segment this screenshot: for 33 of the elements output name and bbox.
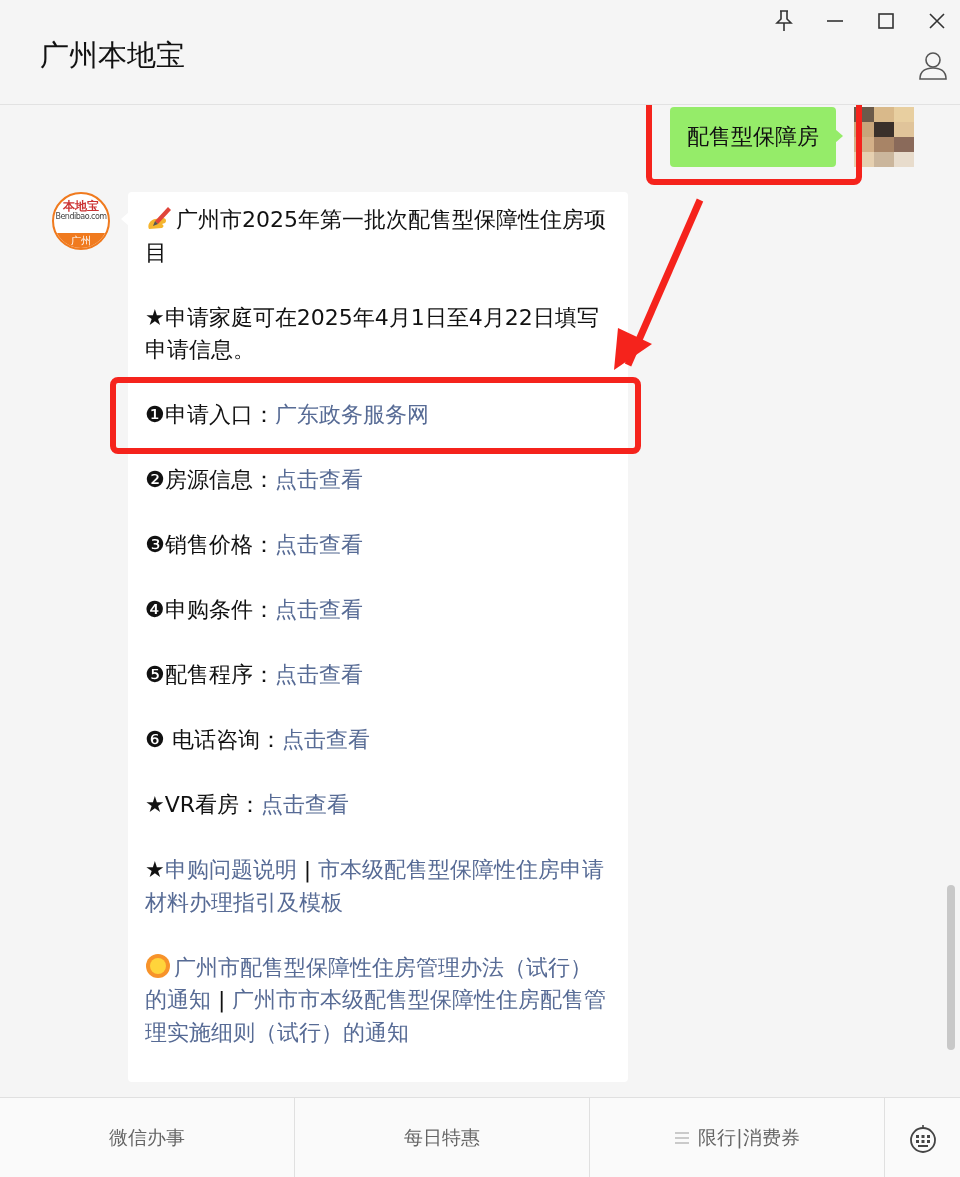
message-text: ❸销售价格：点击查看 [145,531,364,559]
link[interactable]: 点击查看 [274,597,363,622]
maximize-icon[interactable] [877,10,895,32]
message-text: ❶申请入口：广东政务服务网 [145,399,611,432]
menu-button[interactable]: 限行|消费券 [590,1098,885,1177]
window-title: 广州本地宝 [40,37,185,74]
menu-icon [674,1129,691,1146]
message-text: 广州市2025年第一批次配售型保障性住房项目 [145,204,607,267]
bubble-tail [835,129,843,143]
link[interactable]: 广东政务服务网 [274,402,429,427]
scrollbar[interactable] [947,885,955,1050]
menu-button[interactable]: 每日特惠 [295,1098,590,1177]
message-text: ❻ 电话咨询：点击查看 [145,726,371,754]
link[interactable]: 点击查看 [274,662,363,687]
keyboard-icon [907,1122,938,1153]
message-text: ★申购问题说明 | 市本级配售型保障性住房申请材料办理指引及模板 [145,856,606,917]
message-text: ❷房源信息：点击查看 [145,466,364,494]
message-text: ❹申购条件：点击查看 [145,596,364,624]
link[interactable]: 点击查看 [274,532,363,557]
sun-icon [145,952,171,979]
message-text: 广州市配售型保障性住房管理办法（试行）的通知 | 广州市市本级配售型保障性住房配售管理实施细则（试行）的通知 [145,951,608,1047]
person-icon[interactable] [918,50,948,80]
brand-logo-text: 本地宝 [63,200,99,212]
pin-icon[interactable] [775,10,793,32]
message-text: ★申请家庭可在2025年4月1日至4月22日填写申请信息。 [145,303,600,364]
message-text: ❺配售程序：点击查看 [145,661,364,689]
message-text: ★VR看房：点击查看 [145,791,351,819]
link[interactable]: 申购问题说明 [164,857,297,882]
link[interactable]: 点击查看 [274,467,363,492]
menu-button[interactable]: 微信办事 [0,1098,295,1177]
link[interactable]: 点击查看 [281,727,370,752]
site-text: Bendibao.com [55,212,107,222]
link[interactable]: 点击查看 [261,792,350,817]
